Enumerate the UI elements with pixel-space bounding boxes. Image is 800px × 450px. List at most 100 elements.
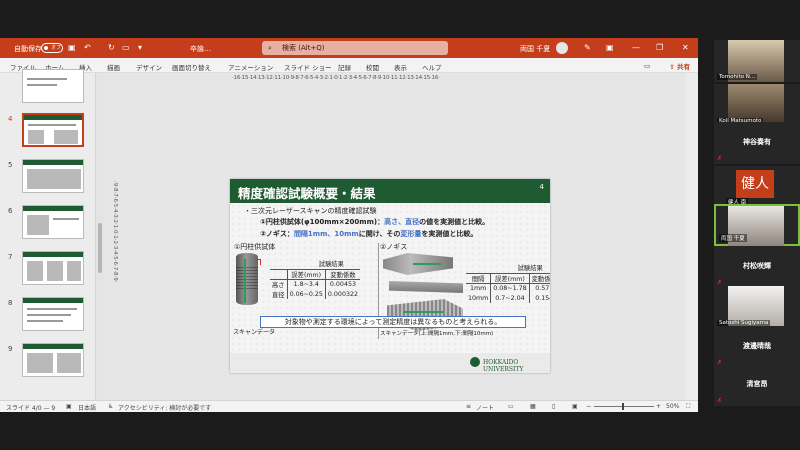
slide-title-bar: 精度確認試験概要・結果 4	[230, 179, 550, 203]
share-button[interactable]: ⇪ 共有	[669, 61, 690, 71]
comments-icon[interactable]: ▭	[644, 62, 650, 70]
title-bar: 自動保存 オフ ▣ ↶ ↻ ▭ ▾ 卒論… ⌕ 検索 (Alt+Q) 両国 千夏…	[0, 38, 698, 58]
thumbnail-pane: 4 5 6 7 8 9	[0, 69, 96, 400]
zoom-slider[interactable]	[594, 406, 654, 407]
muted-mic-icon: ✗	[717, 155, 723, 162]
ribbon-tabs: ファイル ホーム 挿入 描画 デザイン 画面切り替え アニメーション スライド …	[0, 58, 698, 73]
zoom-level[interactable]: 50%	[666, 403, 679, 410]
tab-design[interactable]: デザイン	[136, 62, 162, 72]
spellcheck-icon[interactable]: ▣	[66, 403, 72, 410]
tab-help[interactable]: ヘルプ	[422, 62, 442, 72]
user-avatar[interactable]	[556, 42, 568, 54]
muted-mic-icon: ✗	[717, 397, 723, 404]
participant-tile[interactable]: 村松咲輝 ✗	[714, 246, 800, 288]
tab-draw[interactable]: 描画	[107, 62, 120, 72]
participant-tile[interactable]: Satoshi Sugiyama	[714, 286, 800, 328]
slide-number: 7	[8, 253, 13, 261]
slide-thumb-4[interactable]	[22, 113, 84, 147]
tab-slideshow[interactable]: スライド ショー	[284, 62, 332, 72]
tab-view[interactable]: 表示	[394, 62, 407, 72]
document-name[interactable]: 卒論…	[190, 44, 211, 54]
left-heading: ①円柱供試体	[234, 243, 276, 251]
slideshow-icon[interactable]: ▣	[572, 403, 578, 410]
bullet-main: ・三次元レーザースキャンの精度確認試験	[244, 207, 377, 215]
slide-number: 6	[8, 207, 13, 215]
restore-icon[interactable]: ❐	[656, 42, 663, 54]
thumbnail-scrollbar[interactable]	[96, 73, 104, 400]
language[interactable]: 日本語	[78, 403, 96, 412]
participant-tile[interactable]: 清宮昂 ✗	[714, 364, 800, 406]
participant-tile-speaking[interactable]: 両国 千夏	[714, 204, 800, 248]
left-caption: スキャンデータ	[233, 329, 276, 336]
screen: 自動保存 オフ ▣ ↶ ↻ ▭ ▾ 卒論… ⌕ 検索 (Alt+Q) 両国 千夏…	[0, 0, 800, 450]
customize-icon[interactable]: ▾	[138, 43, 142, 53]
accessibility-status[interactable]: アクセシビリティ: 検討が必要です	[118, 403, 211, 412]
vertical-ruler: ·9·8·7·6·5·4·3·2·1·0·1·2·3·4·5·6·7·8·9·	[112, 181, 118, 283]
participants-panel: Tomohito N... Koji Matsumoto 神谷奏有 ✗ 健人 健…	[710, 40, 800, 406]
results-table-left: 試験結果 誤差(mm) 変動係数 高さ 1.8~3.4 0.00453 直径 0.06~…	[270, 259, 360, 299]
search-box[interactable]: ⌕ 検索 (Alt+Q)	[262, 41, 448, 55]
slide-title: 精度確認試験概要・結果	[238, 186, 376, 201]
notes-icon[interactable]: ≡	[466, 403, 471, 410]
fit-slide-icon[interactable]: ⛶	[686, 403, 690, 411]
slide-number: 8	[8, 299, 13, 307]
university-crest-icon	[470, 357, 480, 367]
slide[interactable]: 精度確認試験概要・結果 4 ・三次元レーザースキャンの精度確認試験 ①円柱供試体…	[230, 179, 550, 373]
zoom-in-icon[interactable]: +	[656, 403, 661, 410]
powerpoint-window: 自動保存 オフ ▣ ↶ ↻ ▭ ▾ 卒論… ⌕ 検索 (Alt+Q) 両国 千夏…	[0, 38, 698, 412]
reading-view-icon[interactable]: ▯	[552, 403, 555, 410]
search-placeholder: 検索 (Alt+Q)	[282, 44, 325, 52]
tab-record[interactable]: 記録	[338, 62, 351, 72]
status-bar: スライド 4/0 — 9 ▣ 日本語 ♿ アクセシビリティ: 検討が必要です ≡…	[0, 400, 698, 412]
autosave-label: 自動保存	[14, 45, 42, 53]
right-caption: スキャンデータ(上:間隔1mm,下:間隔10mm)	[380, 331, 494, 337]
minimize-icon[interactable]: —	[632, 42, 640, 54]
slide-thumb-8[interactable]	[22, 297, 84, 331]
redo-icon[interactable]: ↻	[108, 43, 115, 53]
participant-name: 両国 千夏	[719, 234, 747, 242]
zoom-out-icon[interactable]: −	[586, 403, 591, 410]
ribbon-display-icon[interactable]: ▣	[606, 42, 614, 54]
slide-thumb-3[interactable]	[22, 69, 84, 103]
participant-name: 神谷奏有	[743, 138, 771, 146]
notes-button[interactable]: ノート	[476, 403, 494, 412]
tab-animations[interactable]: アニメーション	[228, 62, 273, 72]
horizontal-ruler: ·16·15·14·13·12·11·10·9·8·7·6·5·4·3·2·1·…	[232, 75, 440, 81]
item-1: ①円柱供試体(φ100mm×200mm)：高さ、直径の値を実測値と比較。	[260, 218, 490, 226]
participant-tile[interactable]: Koji Matsumoto	[714, 84, 800, 126]
slide-thumb-6[interactable]	[22, 205, 84, 239]
participant-name: 村松咲輝	[743, 262, 771, 270]
tab-transitions[interactable]: 画面切り替え	[172, 62, 211, 72]
slide-scrollbar[interactable]	[686, 73, 698, 400]
close-icon[interactable]: ✕	[682, 42, 689, 54]
accessibility-icon[interactable]: ♿	[108, 403, 113, 410]
slide-thumb-9[interactable]	[22, 343, 84, 377]
present-icon[interactable]: ▭	[122, 43, 130, 53]
normal-view-icon[interactable]: ▭	[508, 403, 514, 410]
participant-tile[interactable]: 渡邊晴哉 ✗	[714, 326, 800, 368]
pen-icon[interactable]: ✎	[584, 42, 591, 54]
participant-tile[interactable]: 神谷奏有 ✗	[714, 122, 800, 164]
participant-tile[interactable]: Tomohito N...	[714, 40, 800, 82]
save-icon[interactable]: ▣	[68, 43, 76, 53]
search-icon: ⌕	[268, 44, 272, 52]
item-2: ②ノギス：間隔1mm、10mmに開け、その変形量を実測値と比較。	[260, 230, 478, 238]
autosave-toggle[interactable]: オフ	[41, 43, 63, 53]
slide-number: 4	[8, 115, 13, 123]
participant-name: Tomohito N...	[717, 74, 758, 80]
slide-thumb-5[interactable]	[22, 159, 84, 193]
slide-number-label: 4	[539, 183, 544, 191]
participant-tile[interactable]: 健人 健人 南	[714, 166, 800, 208]
tab-review[interactable]: 校閲	[366, 62, 379, 72]
slide-number: 9	[8, 345, 13, 353]
slide-thumb-7[interactable]	[22, 251, 84, 285]
user-name[interactable]: 両国 千夏	[520, 44, 550, 54]
undo-icon[interactable]: ↶	[84, 43, 91, 53]
sorter-view-icon[interactable]: ▦	[530, 403, 536, 410]
participant-avatar: 健人	[736, 170, 774, 198]
participant-name: 清宮昂	[746, 380, 768, 388]
conclusion-box: 対象物や測定する環境によって測定精度は異なるものと考えられる。	[260, 316, 526, 328]
muted-mic-icon: ✗	[717, 279, 723, 286]
slide-body: ・三次元レーザースキャンの精度確認試験 ①円柱供試体(φ100mm×200mm)…	[230, 203, 550, 353]
zoom-slider-handle[interactable]	[622, 403, 624, 410]
